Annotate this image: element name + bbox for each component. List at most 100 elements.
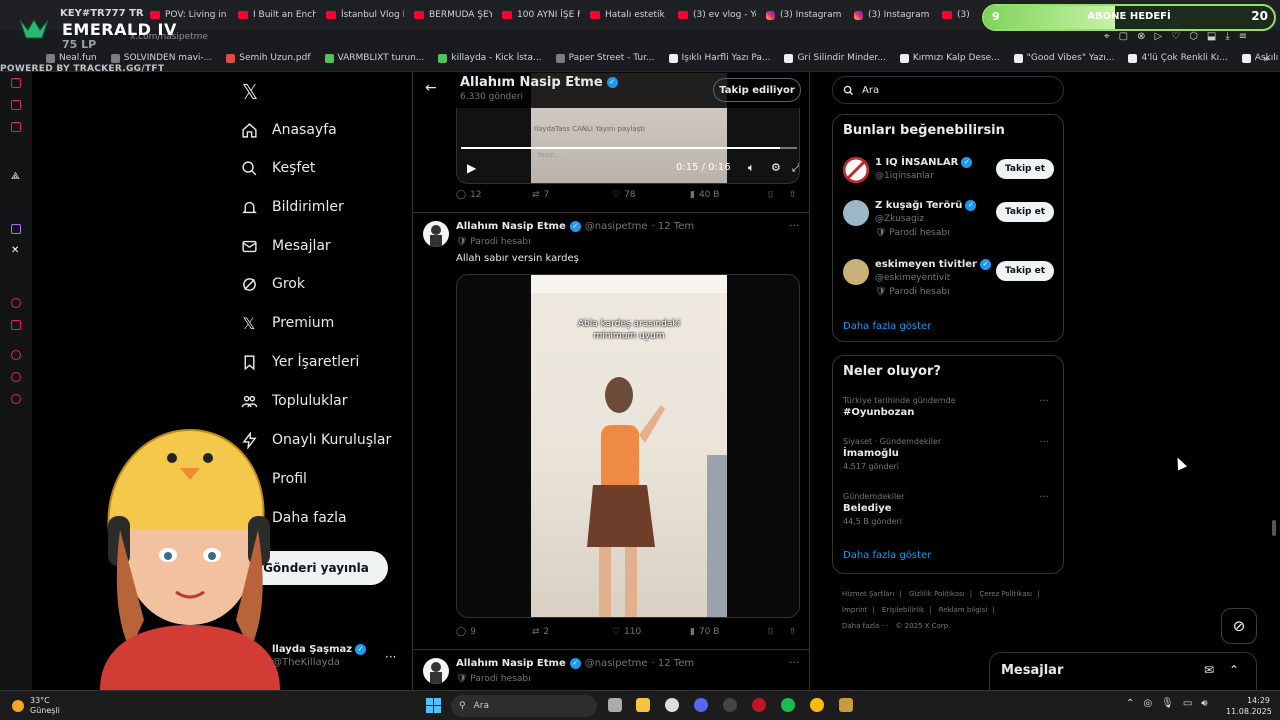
bookmark-item[interactable]: Askılı Metal Sepet... — [1241, 53, 1280, 63]
bookmark-item[interactable]: 4'lü Çok Renkli Kı... — [1128, 53, 1228, 63]
avatar[interactable] — [423, 221, 449, 247]
chevron-up-icon[interactable]: ⌃ — [1126, 698, 1134, 709]
taskbar-search[interactable]: ⚲ Ara — [451, 695, 597, 717]
sidebar-app-icon[interactable] — [11, 100, 21, 110]
bookmark-item[interactable]: Semih Uzun.pdf — [226, 53, 311, 63]
sidebar-app-icon[interactable] — [11, 78, 21, 88]
windows-start-icon[interactable] — [426, 698, 441, 713]
microphone-icon[interactable]: 🎙︎ — [1161, 698, 1174, 709]
sidebar-app-icon[interactable] — [11, 320, 21, 330]
share-button[interactable]: ⇧ — [789, 190, 797, 200]
nav-item-premium[interactable]: 𝕏 Premium — [240, 311, 335, 335]
nav-item-explore[interactable]: Keşfet — [240, 156, 315, 180]
footer-link[interactable]: Reklam bilgisi — [939, 606, 988, 614]
file-explorer-icon[interactable] — [636, 698, 650, 712]
follow-button[interactable]: Takip et — [996, 261, 1054, 281]
nav-item-bookmarks[interactable]: Yer İşaretleri — [240, 350, 359, 374]
footer-link[interactable]: Çerez Politikası — [979, 590, 1032, 598]
fullscreen-icon[interactable]: ⤢ — [792, 161, 799, 175]
search-input[interactable]: Ara — [832, 76, 1064, 104]
x-icon[interactable]: ✕ — [11, 246, 21, 256]
browser-tab[interactable]: Hatalı estetik o — [580, 0, 668, 30]
opera-gx-icon[interactable] — [752, 698, 766, 712]
footer-link[interactable]: Hizmet Şartları — [842, 590, 894, 598]
settings-icon[interactable] — [11, 394, 21, 404]
nav-item-grok[interactable]: Grok — [240, 272, 305, 296]
author-name[interactable]: Allahım Nasip Etme — [456, 221, 566, 232]
follow-button[interactable]: Takip et — [996, 159, 1054, 179]
sidebar-app-icon[interactable]: ⟁ — [11, 172, 21, 182]
bookmark-item[interactable]: Işıklı Harfli Yazı Pa... — [668, 53, 770, 63]
post-date[interactable]: · 12 Tem — [652, 221, 695, 232]
avatar[interactable] — [423, 658, 449, 684]
weather-widget[interactable]: 33°C Güneşli — [12, 696, 60, 716]
nav-item-notifications[interactable]: Bildirimler — [240, 195, 344, 219]
bookmark-button[interactable]: ⌷ — [768, 627, 773, 637]
trend-item[interactable]: Siyaset · Gündemdekiler İmamoğlu 4.517 g… — [843, 437, 1055, 471]
bookmark-item[interactable]: Kırmızı Kalp Dese... — [899, 53, 1000, 63]
bookmarks-overflow-icon[interactable]: » — [1263, 52, 1270, 65]
show-more-link[interactable]: Daha fazla göster — [843, 321, 931, 332]
extension-icon[interactable]: ⊗ — [1137, 31, 1145, 42]
bookmark-button[interactable]: ⌷ — [768, 190, 773, 200]
browser-tab[interactable]: 100 AYNI İŞE F — [492, 0, 580, 30]
video-progress-bar[interactable] — [461, 147, 797, 149]
task-view-icon[interactable] — [608, 698, 622, 712]
nav-item-communities[interactable]: Topluluklar — [240, 389, 347, 413]
post-more-icon[interactable]: ··· — [789, 219, 800, 232]
heart-icon[interactable]: ♡ — [1171, 31, 1180, 42]
suggested-account[interactable]: Z kuşağı Terörü ✓ @Zkusagiz 🛡︎ Parodi hes… — [843, 200, 1055, 240]
bookmark-item[interactable]: killayda - Kick İsta... — [438, 53, 542, 63]
sidebar-app-icon[interactable] — [11, 298, 21, 308]
league-client-icon[interactable] — [839, 698, 853, 712]
browser-tab[interactable]: BERMUDA ŞEY — [404, 0, 492, 30]
follow-button[interactable]: Takip et — [996, 202, 1054, 222]
twitch-icon[interactable] — [11, 224, 21, 234]
like-button[interactable]: ♡ 78 — [612, 190, 636, 200]
browser-tab[interactable]: (3) Instagram — [844, 0, 932, 30]
trend-more-icon[interactable]: ··· — [1039, 437, 1049, 448]
app-icon[interactable] — [723, 698, 737, 712]
grok-floating-button[interactable]: ⊘ — [1221, 608, 1257, 644]
author-handle[interactable]: @nasipetme — [585, 658, 648, 669]
discord-icon[interactable] — [694, 698, 708, 712]
browser-tab[interactable]: (3) — [932, 0, 972, 30]
bookmark-item[interactable]: Paper Street - Tur... — [555, 53, 655, 63]
suggested-account[interactable]: 1 IQ İNSANLAR ✓ @1iqinsanlar Takip et — [843, 157, 1055, 197]
like-button[interactable]: ♡ 110 — [612, 627, 641, 637]
views-button[interactable]: ▮ 40 B — [690, 190, 719, 200]
bookmark-item[interactable]: VARMBLIXT turun... — [324, 53, 424, 63]
x-logo-icon[interactable]: 𝕏 — [242, 80, 258, 104]
extension-icon[interactable]: ⬓ — [1207, 31, 1216, 42]
chrome-icon[interactable] — [810, 698, 824, 712]
tray-app-icon[interactable]: ◎ — [1143, 698, 1152, 709]
messages-drawer[interactable]: Mesajlar ✉ ⌃ — [989, 652, 1257, 690]
clock[interactable]: 14:29 11.08.2025 — [1226, 695, 1272, 717]
bookmark-item[interactable]: Gri Silindir Minder... — [784, 53, 886, 63]
extension-icon[interactable]: ⌖ — [1104, 31, 1110, 42]
post-video[interactable]: Abla kardeş arasındaki minimum uyum — [456, 274, 800, 618]
account-more-icon[interactable]: ··· — [385, 650, 396, 664]
trend-more-icon[interactable]: ··· — [1039, 492, 1049, 503]
download-icon[interactable]: ⤓ — [1225, 31, 1229, 42]
sidebar-app-icon[interactable] — [11, 372, 21, 382]
following-button[interactable]: Takip ediliyor — [713, 78, 801, 102]
trend-item[interactable]: Gündemdekiler Belediye 44,5 B gönderi ··… — [843, 492, 1055, 526]
trend-more-icon[interactable]: ··· — [1039, 396, 1049, 407]
share-button[interactable]: ⇧ — [789, 627, 797, 637]
chevron-up-icon[interactable]: ⌃ — [1229, 663, 1239, 677]
author-name[interactable]: Allahım Nasip Etme — [456, 658, 566, 669]
post-date[interactable]: · 12 Tem — [652, 658, 695, 669]
settings-gear-icon[interactable]: ⚙ — [771, 161, 781, 174]
sidebar-app-icon[interactable] — [11, 122, 21, 132]
repost-button[interactable]: ⇄ 7 — [532, 190, 549, 200]
bookmark-item[interactable]: "Good Vibes" Yazı... — [1013, 53, 1114, 63]
reply-button[interactable]: ◯ 12 — [456, 190, 482, 200]
footer-link[interactable]: Imprint — [842, 606, 867, 614]
volume-icon[interactable]: 🔊︎ — [1201, 698, 1207, 709]
reply-button[interactable]: ◯ 9 — [456, 627, 476, 637]
nav-item-messages[interactable]: Mesajlar — [240, 234, 331, 258]
menu-icon[interactable]: ≡ — [1239, 31, 1247, 42]
extension-icon[interactable]: ▷ — [1154, 31, 1162, 42]
footer-link[interactable]: Gizlilik Politikası — [909, 590, 965, 598]
